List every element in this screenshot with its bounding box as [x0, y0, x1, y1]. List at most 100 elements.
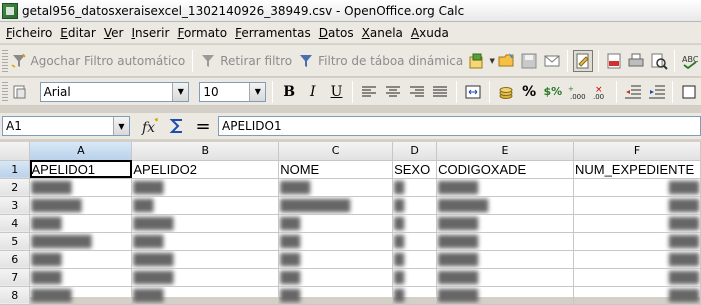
cell[interactable]: ▇▇▇▇▇▇ — [29, 232, 133, 251]
cell[interactable]: ▇▇▇▇ — [436, 232, 574, 251]
cell[interactable]: ▇▇▇ — [573, 268, 701, 287]
cell[interactable]: NOME — [278, 160, 394, 179]
column-header-e[interactable]: E — [436, 142, 574, 161]
save-button[interactable] — [519, 50, 539, 72]
export-pdf-button[interactable] — [604, 50, 624, 72]
chevron-down-icon[interactable]: ▼ — [113, 117, 129, 135]
menu-data[interactable]: Datos — [315, 23, 358, 43]
merge-cells-button[interactable] — [462, 81, 484, 103]
bold-button[interactable]: B — [278, 81, 300, 103]
align-right-button[interactable] — [406, 81, 428, 103]
row-header[interactable]: 2 — [0, 178, 31, 197]
menu-window[interactable]: Xanela — [358, 23, 407, 43]
cell[interactable]: ▇▇ — [278, 250, 394, 269]
row-header[interactable]: 4 — [0, 214, 31, 233]
add-decimal-button[interactable]: + .000 — [566, 81, 588, 103]
cell[interactable]: ▇▇▇▇ — [131, 250, 280, 269]
borders-button[interactable] — [678, 81, 700, 103]
font-size-combo[interactable]: 10 ▼ — [199, 81, 267, 102]
column-header-d[interactable]: D — [392, 142, 438, 161]
cell[interactable]: ▇▇▇▇▇ — [29, 196, 133, 215]
column-header-c[interactable]: C — [278, 142, 394, 161]
cell[interactable]: CODIGOXADE — [436, 160, 574, 179]
percent-button[interactable]: % — [518, 81, 540, 103]
cell[interactable]: ▇▇▇▇▇▇▇ — [278, 196, 394, 215]
cell[interactable]: APELIDO2 — [131, 160, 280, 179]
select-all-corner[interactable] — [0, 142, 31, 161]
menu-format[interactable]: Formato — [173, 23, 231, 43]
chevron-down-icon[interactable]: ▼ — [249, 82, 266, 101]
cell[interactable]: ▇▇▇▇ — [131, 268, 280, 287]
cell[interactable]: ▇▇▇▇ — [436, 250, 574, 269]
cell[interactable]: ▇▇▇▇ — [29, 286, 133, 305]
chevron-down-icon[interactable]: ▼ — [490, 57, 495, 65]
cell[interactable]: ▇▇▇ — [573, 178, 701, 197]
row-header[interactable]: 1 — [0, 160, 31, 179]
pivot-filter-button[interactable]: Filtro de táboa dinámica — [295, 49, 466, 73]
row-header[interactable]: 7 — [0, 268, 31, 287]
cell[interactable]: ▇ — [392, 250, 438, 269]
cell[interactable]: ▇▇▇ — [131, 286, 280, 305]
formula-input[interactable]: APELIDO1 — [218, 116, 701, 136]
underline-button[interactable]: U — [326, 81, 348, 103]
styles-button[interactable] — [9, 81, 31, 103]
cell[interactable]: ▇▇▇▇ — [436, 286, 574, 305]
cell[interactable]: ▇ — [392, 196, 438, 215]
toolbar-grip[interactable] — [2, 81, 8, 102]
cell[interactable]: ▇▇ — [278, 214, 394, 233]
remove-filter-button[interactable]: Retirar filtro — [197, 49, 295, 73]
cell[interactable]: ▇▇▇ — [29, 214, 133, 233]
cell[interactable]: ▇▇ — [278, 232, 394, 251]
menu-insert[interactable]: Inserir — [127, 23, 173, 43]
menu-view[interactable]: Ver — [100, 23, 128, 43]
function-button[interactable]: = — [192, 115, 214, 137]
align-center-button[interactable] — [382, 81, 404, 103]
cell[interactable]: ▇▇▇ — [573, 214, 701, 233]
align-left-button[interactable] — [358, 81, 380, 103]
cell[interactable]: ▇▇▇ — [573, 286, 701, 305]
insert-object-button[interactable] — [467, 50, 487, 72]
cell[interactable]: APELIDO1 — [29, 160, 133, 179]
currency-button[interactable] — [495, 81, 517, 103]
standard-format-button[interactable]: $% — [542, 81, 564, 103]
cell[interactable]: ▇ — [392, 286, 438, 305]
cell[interactable]: ▇▇▇ — [29, 250, 133, 269]
cell[interactable]: SEXO — [392, 160, 438, 179]
cell[interactable]: ▇▇▇▇ — [436, 214, 574, 233]
sum-button[interactable] — [166, 115, 188, 137]
cell[interactable]: ▇▇▇▇▇ — [436, 196, 574, 215]
column-header-b[interactable]: B — [131, 142, 280, 161]
cell[interactable]: ▇▇▇ — [573, 196, 701, 215]
column-header-f[interactable]: F — [573, 142, 701, 161]
cell[interactable]: NUM_EXPEDIENTE — [573, 160, 701, 179]
cell[interactable]: ▇▇▇ — [573, 232, 701, 251]
cell[interactable]: ▇▇▇▇ — [436, 268, 574, 287]
row-header[interactable]: 3 — [0, 196, 31, 215]
cell[interactable]: ▇ — [392, 232, 438, 251]
cell[interactable]: ▇ — [392, 268, 438, 287]
cell[interactable]: ▇▇▇ — [29, 268, 133, 287]
cell[interactable]: ▇▇▇ — [278, 178, 394, 197]
cell[interactable]: ▇▇ — [131, 196, 280, 215]
row-header[interactable]: 8 — [0, 286, 31, 305]
cell[interactable]: ▇▇▇ — [131, 178, 280, 197]
cell[interactable]: ▇▇▇▇ — [29, 178, 133, 197]
edit-mode-button[interactable] — [572, 49, 594, 72]
cell[interactable]: ▇▇ — [278, 286, 394, 305]
row-header[interactable]: 6 — [0, 250, 31, 269]
justify-button[interactable] — [429, 81, 451, 103]
cell[interactable]: ▇▇▇▇ — [436, 178, 574, 197]
name-box[interactable]: A1 ▼ — [2, 116, 130, 136]
cell[interactable]: ▇ — [392, 214, 438, 233]
open-button[interactable] — [497, 50, 517, 72]
print-preview-button[interactable] — [649, 50, 669, 72]
italic-button[interactable]: I — [302, 81, 324, 103]
cell[interactable]: ▇▇▇▇ — [131, 214, 280, 233]
menu-help[interactable]: Axuda — [407, 23, 453, 43]
menu-tools[interactable]: Ferramentas — [231, 23, 315, 43]
decrease-indent-button[interactable] — [622, 81, 644, 103]
spellcheck-button[interactable]: ABC — [680, 50, 700, 72]
row-header[interactable]: 5 — [0, 232, 31, 251]
chevron-down-icon[interactable]: ▼ — [172, 82, 189, 101]
cell[interactable]: ▇▇ — [278, 268, 394, 287]
